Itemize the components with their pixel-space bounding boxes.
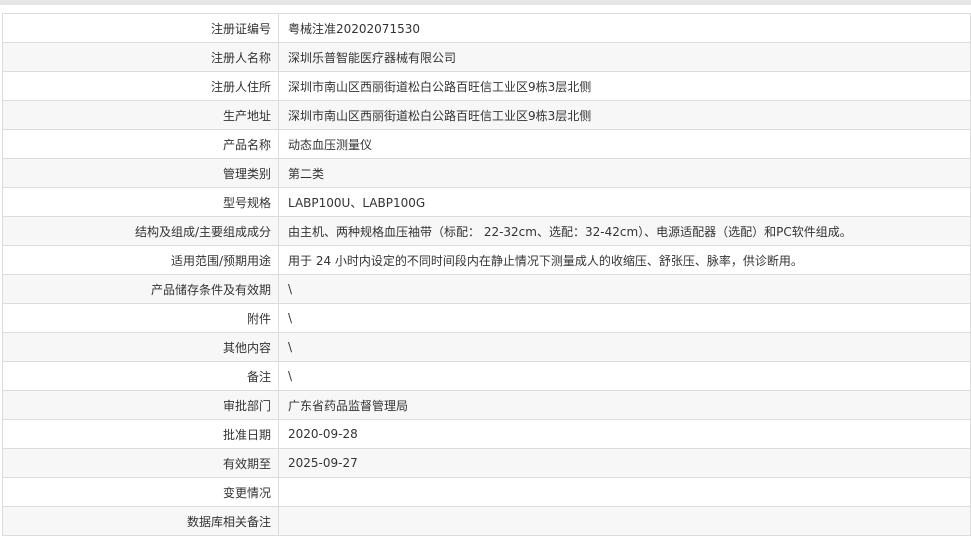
row-value: [278, 477, 971, 507]
table-row: 有效期至 2025-09-27: [2, 448, 971, 478]
row-value: 用于 24 小时内设定的不同时间段内在静止情况下测量成人的收缩压、舒张压、脉率，…: [278, 245, 971, 275]
row-value: \: [278, 332, 971, 362]
row-label: 附件: [2, 303, 279, 333]
table-row: 审批部门 广东省药品监督管理局: [2, 390, 971, 420]
table-row: 结构及组成/主要组成成分 由主机、两种规格血压袖带（标配： 22-32cm、选配…: [2, 216, 971, 246]
row-value: \: [278, 361, 971, 391]
table-row: 数据库相关备注: [2, 506, 971, 536]
table-row: 批准日期 2020-09-28: [2, 419, 971, 449]
row-label: 产品储存条件及有效期: [2, 274, 279, 304]
row-label: 备注: [2, 361, 279, 391]
top-divider-bar: [0, 0, 971, 5]
table-row: 备注 \: [2, 361, 971, 391]
row-label: 其他内容: [2, 332, 279, 362]
row-value: 广东省药品监督管理局: [278, 390, 971, 420]
table-row: 变更情况: [2, 477, 971, 507]
table-row: 产品名称 动态血压测量仪: [2, 129, 971, 159]
row-label: 有效期至: [2, 448, 279, 478]
table-row: 适用范围/预期用途 用于 24 小时内设定的不同时间段内在静止情况下测量成人的收…: [2, 245, 971, 275]
table-row: 生产地址 深圳市南山区西丽街道松白公路百旺信工业区9栋3层北侧: [2, 100, 971, 130]
row-label: 变更情况: [2, 477, 279, 507]
registration-detail-table: 注册证编号 粤械注准20202071530 注册人名称 深圳乐普智能医疗器械有限…: [2, 13, 971, 536]
row-label: 数据库相关备注: [2, 506, 279, 536]
row-value: 第二类: [278, 158, 971, 188]
table-row: 型号规格 LABP100U、LABP100G: [2, 187, 971, 217]
row-label: 型号规格: [2, 187, 279, 217]
table-row: 产品储存条件及有效期 \: [2, 274, 971, 304]
table-row: 注册证编号 粤械注准20202071530: [2, 13, 971, 43]
row-label: 管理类别: [2, 158, 279, 188]
table-row: 其他内容 \: [2, 332, 971, 362]
row-label: 审批部门: [2, 390, 279, 420]
row-label: 结构及组成/主要组成成分: [2, 216, 279, 246]
table-row: 管理类别 第二类: [2, 158, 971, 188]
row-value: [278, 506, 971, 536]
row-label: 注册人住所: [2, 71, 279, 101]
row-value: 2020-09-28: [278, 419, 971, 449]
row-value: \: [278, 303, 971, 333]
row-value: 深圳市南山区西丽街道松白公路百旺信工业区9栋3层北侧: [278, 100, 971, 130]
row-label: 产品名称: [2, 129, 279, 159]
row-value: \: [278, 274, 971, 304]
table-row: 注册人住所 深圳市南山区西丽街道松白公路百旺信工业区9栋3层北侧: [2, 71, 971, 101]
table-row: 附件 \: [2, 303, 971, 333]
row-value: 深圳市南山区西丽街道松白公路百旺信工业区9栋3层北侧: [278, 71, 971, 101]
row-label: 批准日期: [2, 419, 279, 449]
row-value: 粤械注准20202071530: [278, 13, 971, 43]
row-label: 生产地址: [2, 100, 279, 130]
row-value: LABP100U、LABP100G: [278, 187, 971, 217]
row-label: 注册证编号: [2, 13, 279, 43]
row-value: 2025-09-27: [278, 448, 971, 478]
table-row: 注册人名称 深圳乐普智能医疗器械有限公司: [2, 42, 971, 72]
row-label: 适用范围/预期用途: [2, 245, 279, 275]
row-value: 深圳乐普智能医疗器械有限公司: [278, 42, 971, 72]
row-label: 注册人名称: [2, 42, 279, 72]
row-value: 由主机、两种规格血压袖带（标配： 22-32cm、选配：32-42cm）、电源适…: [278, 216, 971, 246]
row-value: 动态血压测量仪: [278, 129, 971, 159]
